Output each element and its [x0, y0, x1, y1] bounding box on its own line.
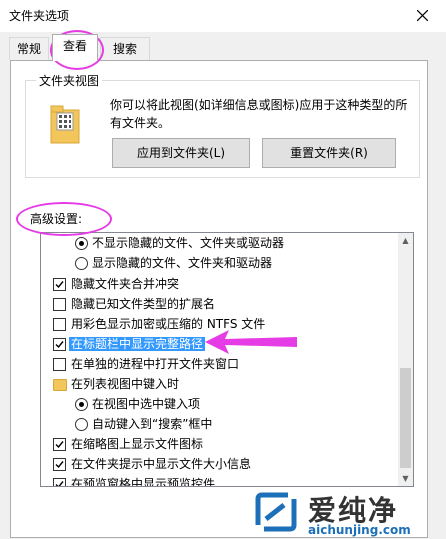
pointer-arrow-icon	[205, 330, 297, 354]
list-item[interactable]: 不显示隐藏的文件、文件夹或驱动器	[75, 233, 284, 253]
list-item-label: 在视图中选中键入项	[92, 397, 201, 411]
list-item-group: 在列表视图中键入时	[53, 374, 179, 394]
check-icon	[55, 281, 64, 289]
apply-to-folders-button[interactable]: 应用到文件夹(L)	[112, 138, 250, 168]
list-item-label: 自动键入到“搜索”框中	[92, 417, 213, 431]
close-icon	[417, 10, 428, 21]
scrollbar-thumb[interactable]	[400, 368, 411, 468]
radio-button[interactable]	[75, 257, 88, 270]
folder-views-legend: 文件夹视图	[36, 72, 103, 89]
close-button[interactable]	[400, 0, 446, 32]
folder-view-icon	[50, 105, 80, 144]
checkbox[interactable]	[53, 358, 66, 371]
watermark-logo-icon	[255, 492, 297, 532]
list-item[interactable]: 显示隐藏的文件、文件夹和驱动器	[75, 253, 272, 273]
radio-button[interactable]	[75, 418, 88, 431]
list-item-label: 在缩略图上显示文件图标	[71, 437, 204, 451]
window-title: 文件夹选项	[9, 9, 70, 23]
check-icon	[55, 341, 64, 349]
list-item-label: 显示隐藏的文件、文件夹和驱动器	[92, 256, 273, 270]
scroll-up-icon[interactable]: ▲	[398, 233, 413, 248]
list-item[interactable]: 自动键入到“搜索”框中	[75, 414, 212, 434]
list-item-label: 隐藏文件夹合并冲突	[71, 277, 180, 291]
list-item-selected[interactable]: 在标题栏中显示完整路径	[53, 334, 206, 354]
check-icon	[55, 461, 64, 469]
list-item[interactable]: 在预览窗格中显示预览控件	[53, 474, 216, 487]
check-icon	[55, 481, 64, 486]
checkbox[interactable]	[53, 318, 66, 331]
watermark-url: aichunjing.com	[308, 523, 411, 537]
list-item[interactable]: 在视图中选中键入项	[75, 394, 200, 414]
advanced-settings-list[interactable]: 不显示隐藏的文件、文件夹或驱动器 显示隐藏的文件、文件夹和驱动器 隐藏文件夹合并…	[40, 232, 414, 487]
tab-search[interactable]: 搜索	[100, 37, 150, 60]
checkbox[interactable]	[53, 278, 66, 291]
folder-icon	[53, 379, 67, 391]
list-item[interactable]: 在单独的进程中打开文件夹窗口	[53, 354, 239, 374]
list-item-label: 在文件夹提示中显示文件大小信息	[71, 457, 252, 471]
list-item[interactable]: 在缩略图上显示文件图标	[53, 434, 203, 454]
reset-folders-button[interactable]: 重置文件夹(R)	[262, 138, 396, 168]
list-item[interactable]: 在文件夹提示中显示文件大小信息	[53, 454, 251, 474]
watermark: 爱纯净 aichunjing.com	[246, 485, 446, 539]
checkbox[interactable]	[53, 458, 66, 471]
list-item-label: 在标题栏中显示完整路径	[69, 337, 206, 351]
tab-general[interactable]: 常规	[9, 37, 49, 60]
checkbox[interactable]	[53, 338, 66, 351]
list-item-label: 不显示隐藏的文件、文件夹或驱动器	[92, 236, 285, 250]
check-icon	[55, 441, 64, 449]
folder-views-description: 你可以将此视图(如详细信息或图标)应用于这种类型的所有文件夹。	[110, 98, 408, 130]
checkbox[interactable]	[53, 438, 66, 451]
list-item-label: 在预览窗格中显示预览控件	[71, 477, 216, 487]
tab-view[interactable]: 查看	[52, 34, 98, 61]
checkbox[interactable]	[53, 298, 66, 311]
checkbox[interactable]	[53, 478, 66, 486]
list-item-label: 隐藏已知文件类型的扩展名	[71, 297, 216, 311]
highlight-circle-advanced-label	[16, 202, 112, 236]
scroll-down-icon[interactable]: ▼	[398, 471, 413, 486]
radio-button[interactable]	[75, 237, 88, 250]
list-item[interactable]: 隐藏已知文件类型的扩展名	[53, 294, 215, 314]
radio-button[interactable]	[75, 398, 88, 411]
list-item-label: 在单独的进程中打开文件夹窗口	[71, 357, 240, 371]
title-bar: 文件夹选项	[0, 0, 446, 32]
list-item[interactable]: 隐藏文件夹合并冲突	[53, 274, 179, 294]
list-item-label: 在列表视图中键入时	[71, 377, 180, 391]
vertical-scrollbar[interactable]: ▲ ▼	[398, 233, 413, 486]
